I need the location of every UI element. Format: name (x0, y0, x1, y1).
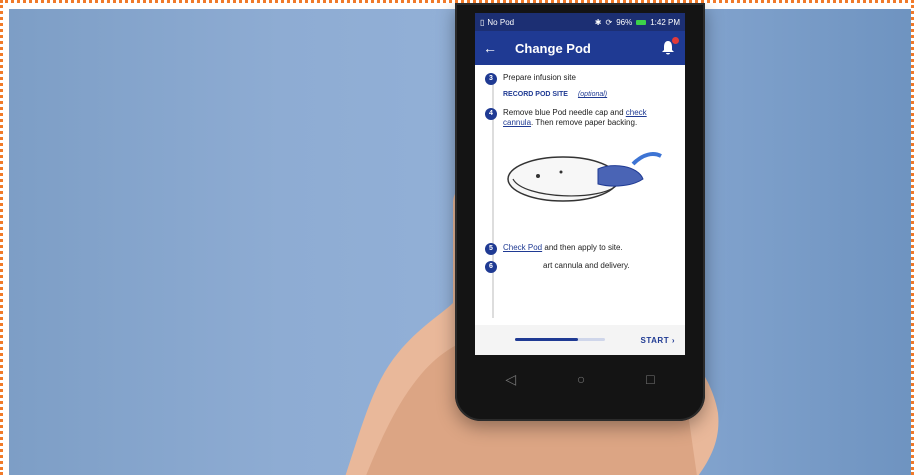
step-number: 4 (485, 108, 497, 120)
step-3: 3 Prepare infusion site (485, 73, 677, 85)
step-5: 5 Check Pod and then apply to site. (485, 243, 677, 255)
progress-bar (515, 338, 605, 341)
status-bar: ▯ No Pod ✱ ⟳ 96% 1:42 PM (475, 13, 685, 31)
steps-list: 3 Prepare infusion site RECORD POD SITE … (475, 65, 685, 318)
step-number: 3 (485, 73, 497, 85)
step-text: art cannula and delivery. (543, 261, 630, 270)
step-text: Prepare infusion site (503, 73, 576, 82)
bluetooth-icon: ✱ (594, 17, 602, 27)
chevron-right-icon: › (671, 335, 675, 345)
record-pod-site-link[interactable]: RECORD POD SITE (503, 91, 568, 98)
check-pod-link[interactable]: Check Pod (503, 243, 542, 252)
app-bar: ← Change Pod (475, 31, 685, 65)
image-frame: ▯ No Pod ✱ ⟳ 96% 1:42 PM ← Change Pod 3 … (0, 0, 914, 475)
step-4: 4 Remove blue Pod needle cap and check c… (485, 108, 677, 128)
pod-status-icon: ▯ (480, 17, 485, 27)
notification-badge (672, 37, 679, 44)
android-nav-bar: ◁ ○ □ (475, 359, 685, 399)
progress-fill (515, 338, 578, 341)
step-number: 6 (485, 261, 497, 273)
step-6: 6 art cannula and delivery. (485, 261, 677, 273)
start-button[interactable]: START › (641, 336, 675, 345)
sync-icon: ⟳ (605, 17, 613, 27)
back-arrow-icon[interactable]: ← (483, 40, 507, 56)
pod-status-text: No Pod (487, 17, 515, 27)
pod-illustration (507, 152, 662, 202)
nav-back-icon[interactable]: ◁ (505, 371, 516, 388)
phone-screen: ▯ No Pod ✱ ⟳ 96% 1:42 PM ← Change Pod 3 … (475, 13, 685, 355)
optional-label: (optional) (577, 91, 608, 98)
step-number: 5 (485, 243, 497, 255)
battery-percent: 96% (616, 17, 633, 27)
nav-recents-icon[interactable]: □ (646, 371, 654, 387)
nav-home-icon[interactable]: ○ (577, 371, 585, 387)
bottom-action-bar: START › (475, 325, 685, 355)
smartphone: ▯ No Pod ✱ ⟳ 96% 1:42 PM ← Change Pod 3 … (455, 3, 705, 421)
clock: 1:42 PM (650, 17, 680, 27)
battery-icon (636, 19, 647, 25)
page-title: Change Pod (515, 40, 591, 56)
notification-bell-icon[interactable] (661, 37, 679, 56)
